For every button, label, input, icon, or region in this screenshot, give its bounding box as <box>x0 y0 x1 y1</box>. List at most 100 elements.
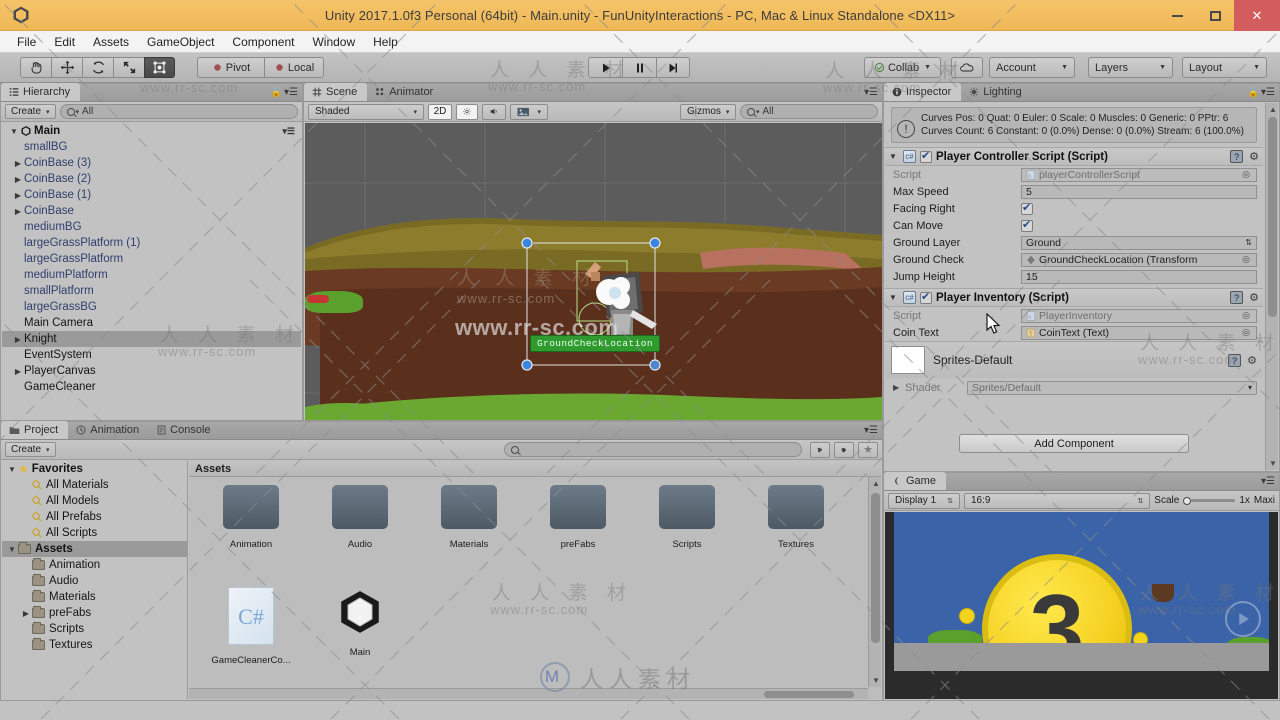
layers-button[interactable]: Layers ▼ <box>1088 57 1173 78</box>
ground-layer-dropdown[interactable]: Ground ⇅ <box>1021 235 1257 250</box>
object-picker-icon[interactable]: ◎ <box>1242 254 1252 265</box>
project-tree-item-prefabs[interactable]: ▶ preFabs <box>2 605 187 621</box>
help-icon[interactable]: ? <box>1228 353 1242 367</box>
asset-item-scripts[interactable]: Scripts <box>647 485 727 550</box>
project-tree-item-animation[interactable]: Animation <box>2 557 187 573</box>
project-tree-item-assets[interactable]: ▼ Assets <box>2 541 187 557</box>
chevron-right-icon[interactable]: ▶ <box>20 609 32 618</box>
chevron-right-icon[interactable]: ▶ <box>12 207 24 216</box>
asset-item-audio[interactable]: Audio <box>320 485 400 550</box>
menu-item-help[interactable]: Help <box>364 33 407 51</box>
tab-project[interactable]: Project <box>1 421 69 439</box>
inspector-scroll-thumb[interactable] <box>1268 117 1277 317</box>
chevron-down-icon[interactable]: ▼ <box>889 293 899 302</box>
hierarchy-item-coinbase-3[interactable]: ▶ CoinBase (3) <box>2 155 301 171</box>
project-tree-item-all-prefabs[interactable]: All Prefabs <box>2 509 187 525</box>
lock-icon[interactable]: 🔒 <box>1248 87 1259 98</box>
asset-item-prefabs[interactable]: preFabs <box>538 485 618 550</box>
hierarchy-create-button[interactable]: Create ▾ <box>5 104 56 119</box>
component-header-player-controller-script[interactable]: ▼ c# Player Controller Script (Script)? ⚙ <box>885 147 1263 166</box>
project-tree-item-audio[interactable]: Audio <box>2 573 187 589</box>
close-button[interactable]: ✕ <box>1234 0 1280 31</box>
scroll-up-arrow-icon[interactable]: ▲ <box>872 479 880 488</box>
scroll-up-arrow-icon[interactable]: ▲ <box>1269 105 1277 114</box>
assets-hscroll-thumb[interactable] <box>764 691 854 698</box>
tab-animation[interactable]: Animation <box>68 421 149 439</box>
lock-icon[interactable]: 🔒 <box>271 87 282 98</box>
project-tree-item-all-models[interactable]: All Models <box>2 493 187 509</box>
scene-lighting-toggle[interactable] <box>456 103 478 120</box>
hierarchy-item-smallbg[interactable]: smallBG <box>2 139 301 155</box>
asset-item-materials[interactable]: Materials <box>429 485 509 550</box>
tab-lighting[interactable]: Lighting <box>961 83 1032 101</box>
rotate-tool-button[interactable] <box>82 57 113 78</box>
project-tree-item-favorites[interactable]: ▼ ★ Favorites <box>2 461 187 477</box>
hierarchy-item-main-camera[interactable]: Main Camera <box>2 315 301 331</box>
display-dropdown[interactable]: Display 1 ⇅ <box>888 492 960 509</box>
pivot-toggle-button[interactable]: Pivot <box>197 57 264 78</box>
hierarchy-item-playercanvas[interactable]: ▶ PlayerCanvas <box>2 363 301 379</box>
menu-item-window[interactable]: Window <box>303 33 364 51</box>
component-enabled-checkbox[interactable] <box>920 290 932 304</box>
hierarchy-tree[interactable]: ▼ Main ▾☰ smallBG ▶ CoinBase (3) ▶ CoinBase (2)… <box>2 123 301 419</box>
shading-mode-dropdown[interactable]: Shaded ▾ <box>308 103 424 120</box>
max-speed-input[interactable]: 5 <box>1021 184 1257 199</box>
help-icon[interactable]: ? <box>1230 291 1244 304</box>
chevron-right-icon[interactable]: ▶ <box>12 191 24 200</box>
hierarchy-item-largegrassplatform[interactable]: largeGrassPlatform <box>2 251 301 267</box>
scroll-down-arrow-icon[interactable]: ▼ <box>1269 459 1277 468</box>
assets-scroll-thumb[interactable] <box>871 493 880 643</box>
help-icon[interactable]: ? <box>1230 150 1244 163</box>
scene-effects-toggle[interactable]: ▾ <box>510 103 548 120</box>
panel-menu-icon[interactable]: ▾☰ <box>1261 87 1275 98</box>
asset-item-animation[interactable]: Animation <box>211 485 291 550</box>
hierarchy-item-coinbase[interactable]: ▶ CoinBase <box>2 203 301 219</box>
object-picker-icon[interactable]: ◎ <box>1242 327 1252 338</box>
minimize-button[interactable] <box>1158 0 1196 31</box>
tab-game[interactable]: Game <box>884 472 946 490</box>
hierarchy-item-mediumplatform[interactable]: mediumPlatform <box>2 267 301 283</box>
object-picker-icon[interactable]: ◎ <box>1242 310 1252 321</box>
hierarchy-item-knight[interactable]: ▶ Knight <box>2 331 301 347</box>
hand-tool-button[interactable] <box>20 57 51 78</box>
gear-icon[interactable]: ⚙ <box>1249 291 1259 304</box>
hierarchy-item-gamecleaner[interactable]: GameCleaner <box>2 379 301 395</box>
can-move-checkbox[interactable] <box>1021 218 1033 232</box>
panel-menu-icon[interactable]: ▾☰ <box>282 126 295 137</box>
cloud-button[interactable] <box>951 57 983 78</box>
2d-toggle-button[interactable]: 2D <box>428 103 452 120</box>
ground-check-object-field[interactable]: GroundCheckLocation (Transform ◎ <box>1021 252 1257 267</box>
hierarchy-item-coinbase-2[interactable]: ▶ CoinBase (2) <box>2 171 301 187</box>
menu-item-component[interactable]: Component <box>223 33 303 51</box>
layout-button[interactable]: Layout ▼ <box>1182 57 1267 78</box>
game-viewport[interactable]: 3 <box>885 512 1278 699</box>
asset-item-textures[interactable]: Textures <box>756 485 836 550</box>
menu-item-file[interactable]: File <box>8 33 45 51</box>
hierarchy-search-input[interactable]: ▾ All <box>59 104 298 119</box>
tab-scene[interactable]: Scene <box>304 83 368 101</box>
script-object-field[interactable]: c PlayerInventory ◎ <box>1021 308 1257 323</box>
scale-slider[interactable] <box>1183 496 1236 505</box>
panel-menu-icon[interactable]: ▾☰ <box>864 87 878 98</box>
favorites-filter-button[interactable]: ★ <box>858 441 878 458</box>
chevron-right-icon[interactable]: ▶ <box>12 367 24 376</box>
tab-inspector[interactable]: Inspector <box>884 83 962 101</box>
scene-search-input[interactable]: ▾ All <box>740 104 878 119</box>
project-tree-item-textures[interactable]: Textures <box>2 637 187 653</box>
script-object-field[interactable]: c playerControllerScript ◎ <box>1021 167 1257 182</box>
tab-animator[interactable]: Animator <box>367 83 443 101</box>
assets-grid[interactable]: Animation Audio Materials preFabs Scripts Tex… <box>189 477 881 687</box>
hierarchy-item-smallplatform[interactable]: smallPlatform <box>2 283 301 299</box>
maximize-button[interactable] <box>1196 0 1234 31</box>
shader-dropdown[interactable]: Sprites/Default ▾ <box>967 380 1257 395</box>
assets-hscrollbar[interactable] <box>189 688 868 699</box>
chevron-right-icon[interactable]: ▶ <box>12 335 24 344</box>
aspect-dropdown[interactable]: 16:9 ⇅ <box>964 492 1151 509</box>
tab-console[interactable]: Console <box>149 421 220 439</box>
panel-menu-icon[interactable]: ▾☰ <box>284 87 298 98</box>
add-component-button[interactable]: Add Component <box>959 434 1189 453</box>
inspector-scrollbar[interactable]: ▲ ▼ <box>1265 103 1278 470</box>
project-tree[interactable]: ▼ ★ Favorites All Materials All Models All Pr… <box>2 461 188 699</box>
project-tree-item-all-scripts[interactable]: All Scripts <box>2 525 187 541</box>
filter-by-type-button[interactable] <box>810 441 830 458</box>
